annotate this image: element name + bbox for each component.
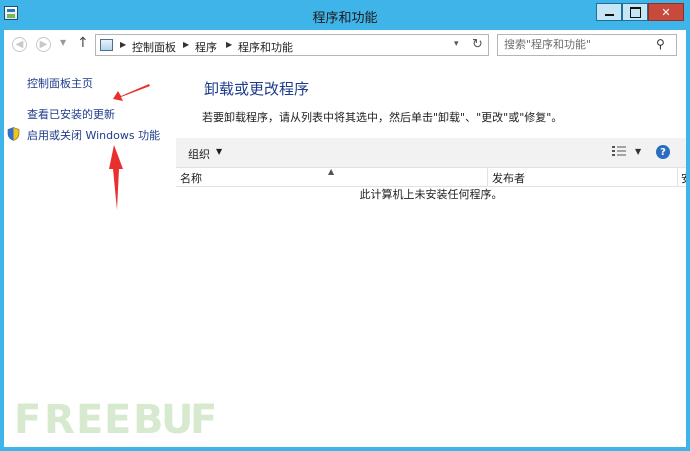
navigation-bar: ◀ ▶ ▼ ↑ ▶ 控制面板 ▶ 程序 ▶ 程序和功能 ▾ ↻ ⚲: [4, 30, 686, 60]
column-header-name[interactable]: 名称: [180, 170, 202, 186]
title-bar[interactable]: 程序和功能 ✕: [0, 0, 690, 30]
breadcrumb-separator-icon[interactable]: ▶: [120, 40, 126, 49]
watermark-letter: U: [161, 397, 194, 443]
forward-arrow-icon[interactable]: ▶: [36, 37, 51, 52]
sidebar-item-installed-updates[interactable]: 查看已安装的更新: [27, 106, 115, 122]
back-arrow-icon[interactable]: ◀: [12, 37, 27, 52]
minimize-button[interactable]: [596, 3, 622, 21]
toolbar: 组织 ▼ ▼ ?: [176, 138, 686, 168]
close-button[interactable]: ✕: [648, 3, 684, 21]
sidebar: 控制面板主页 查看已安装的更新 启用或关闭 Windows 功能: [4, 60, 174, 447]
maximize-button[interactable]: [622, 3, 648, 21]
content-area: 控制面板主页 查看已安装的更新 启用或关闭 Windows 功能 卸载或更改程序…: [4, 60, 686, 447]
watermark-letter: R: [44, 397, 75, 443]
breadcrumb-programs-features[interactable]: 程序和功能: [238, 39, 293, 55]
organize-dropdown-icon[interactable]: ▼: [216, 147, 222, 156]
page-title: 卸载或更改程序: [204, 80, 310, 98]
main-panel: 卸载或更改程序 若要卸载程序，请从列表中将其选中，然后单击"卸载"、"更改"或"…: [176, 60, 686, 447]
breadcrumb-control-panel[interactable]: 控制面板: [132, 39, 176, 55]
organize-button[interactable]: 组织: [188, 146, 210, 162]
breadcrumb-programs[interactable]: 程序: [195, 39, 217, 55]
column-divider[interactable]: [677, 168, 678, 186]
window-title: 程序和功能: [312, 11, 378, 26]
breadcrumb-separator-icon[interactable]: ▶: [183, 40, 189, 49]
view-dropdown-icon[interactable]: ▼: [635, 147, 641, 156]
sidebar-item-windows-features[interactable]: 启用或关闭 Windows 功能: [27, 127, 160, 143]
view-options-icon[interactable]: [612, 145, 626, 157]
search-box[interactable]: ⚲: [497, 34, 677, 56]
refresh-icon[interactable]: ↻: [472, 37, 483, 52]
address-dropdown-icon[interactable]: ▾: [454, 39, 459, 49]
column-divider[interactable]: [487, 168, 488, 186]
page-description: 若要卸载程序，请从列表中将其选中，然后单击"卸载"、"更改"或"修复"。: [202, 111, 563, 124]
maximize-icon: [629, 6, 641, 18]
sort-ascending-icon: ▲: [328, 167, 335, 176]
search-icon[interactable]: ⚲: [656, 37, 665, 51]
empty-list-message: 此计算机上未安装任何程序。: [359, 188, 503, 201]
watermark-letter: F: [14, 397, 42, 443]
uac-shield-icon: [7, 127, 20, 141]
minimize-icon: [604, 14, 614, 16]
up-arrow-icon[interactable]: ↑: [77, 35, 89, 51]
help-icon[interactable]: ?: [656, 145, 670, 159]
control-panel-icon: [100, 39, 113, 51]
search-input[interactable]: [504, 38, 654, 51]
close-icon: ✕: [661, 5, 671, 19]
watermark-letter: E: [104, 397, 132, 443]
sidebar-item-control-panel-home[interactable]: 控制面板主页: [27, 75, 93, 91]
watermark-letter: F: [190, 397, 218, 443]
address-bar[interactable]: ▶ 控制面板 ▶ 程序 ▶ 程序和功能 ▾ ↻: [95, 34, 489, 56]
column-header-publisher[interactable]: 发布者: [492, 170, 525, 186]
column-header-row: 名称 ▲ 发布者 安: [176, 167, 686, 187]
recent-locations-dropdown-icon[interactable]: ▼: [60, 38, 66, 47]
breadcrumb-separator-icon[interactable]: ▶: [226, 40, 232, 49]
column-header-installed-on[interactable]: 安: [681, 170, 686, 186]
watermark-letter: B: [133, 397, 164, 443]
watermark-letter: E: [76, 397, 104, 443]
